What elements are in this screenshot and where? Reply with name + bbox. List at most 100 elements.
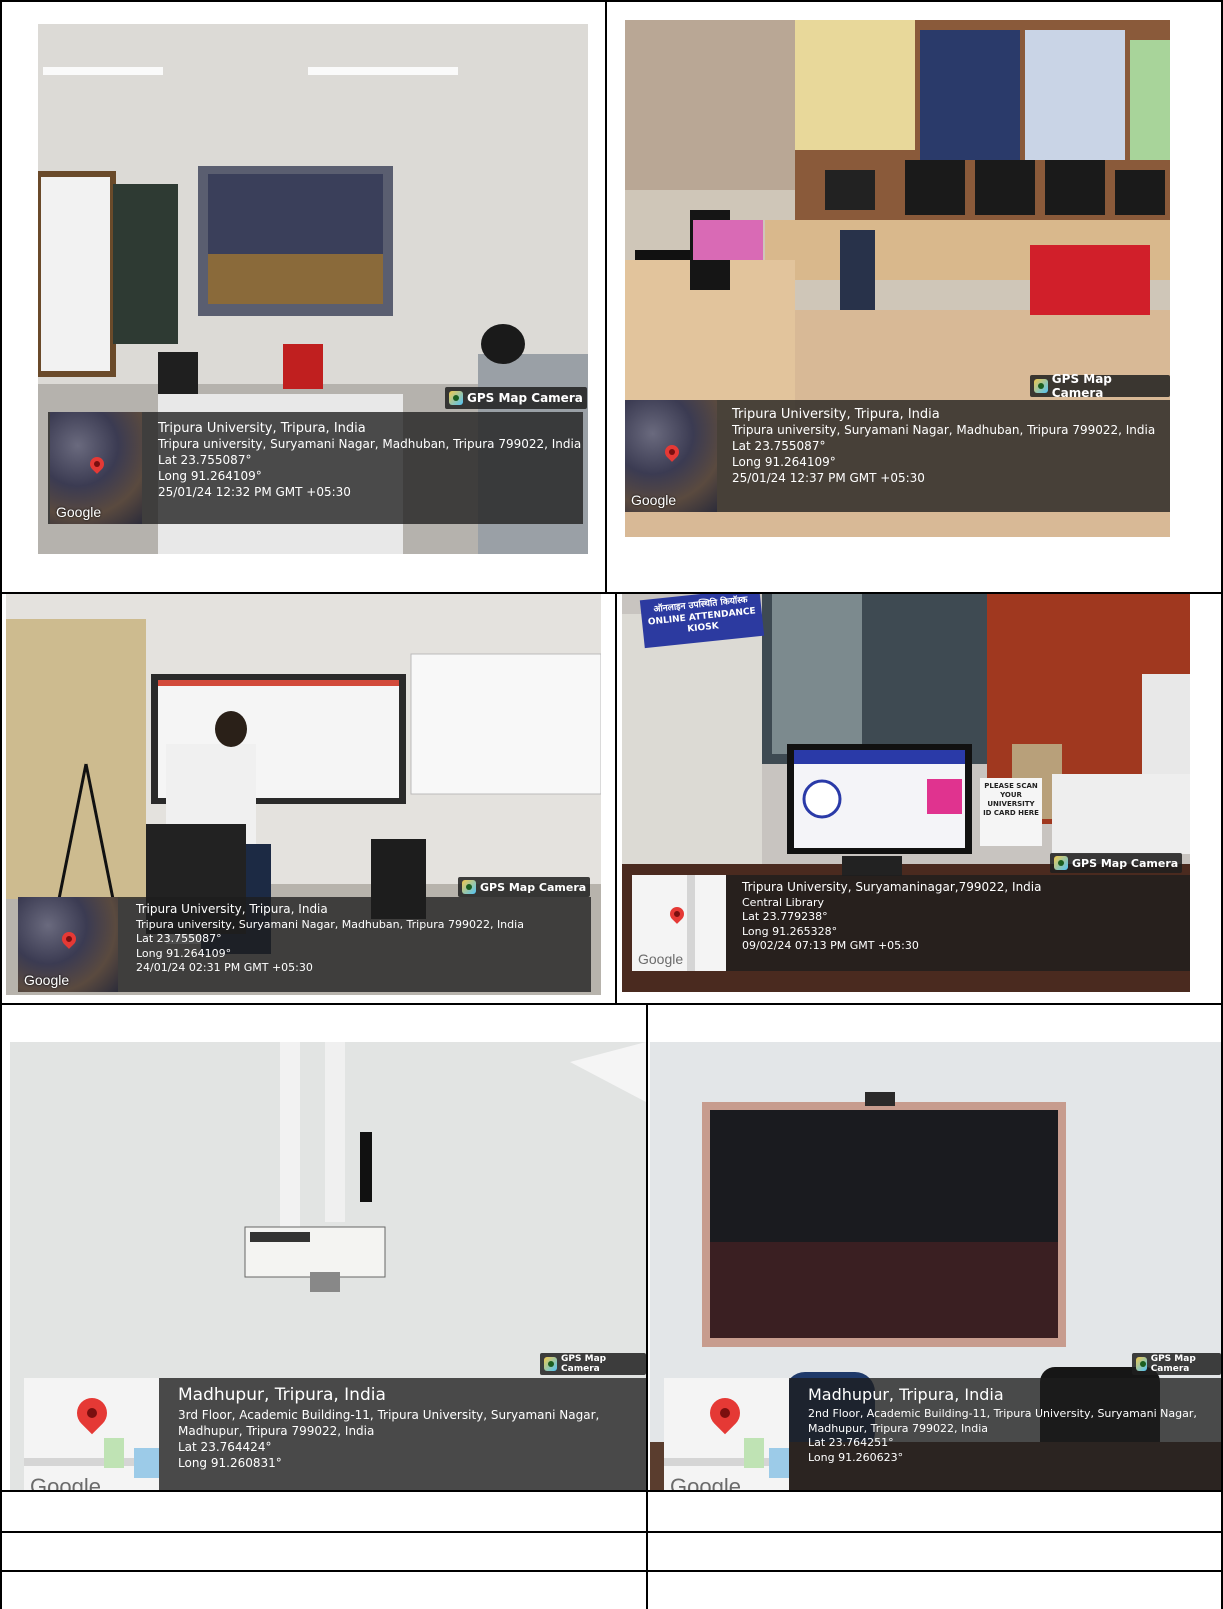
gps-badge-label: GPS Map Camera bbox=[1072, 856, 1179, 870]
longitude: Long 91.264109° bbox=[136, 946, 232, 960]
geo-info: Madhupur, Tripura, India 2nd Floor, Acad… bbox=[808, 1384, 1197, 1465]
map-pin-icon bbox=[667, 904, 687, 924]
latitude: Lat 23.779238° bbox=[742, 910, 828, 924]
timestamp: 25/01/24 12:32 PM GMT +05:30 bbox=[158, 484, 351, 499]
col-divider-row2 bbox=[615, 594, 617, 1004]
map-pin-icon bbox=[59, 929, 79, 949]
geo-stamp: Google Tripura University, Tripura, Indi… bbox=[625, 400, 1170, 512]
scan-notice-text: PLEASE SCAN YOUR UNIVERSITY ID CARD HERE bbox=[983, 782, 1039, 818]
gps-badge-label: GPS Map Camera bbox=[1051, 372, 1112, 400]
longitude: Long 91.260831° bbox=[178, 1455, 282, 1470]
photo-computer-lab: GPS Map Camera Google Tripura University… bbox=[625, 20, 1170, 537]
location-address-line1: 3rd Floor, Academic Building-11, Tripura… bbox=[178, 1408, 600, 1423]
location-address-line2: Madhupur, Tripura 799022, India bbox=[808, 1421, 989, 1435]
gps-camera-icon bbox=[544, 1357, 558, 1371]
geo-info: Tripura University, Suryamaninagar,79902… bbox=[742, 880, 1041, 954]
geo-info: Tripura University, Tripura, India Tripu… bbox=[732, 406, 1155, 486]
longitude: Long 91.260623° bbox=[808, 1450, 904, 1464]
gps-badge: GPS Map Camera bbox=[445, 387, 587, 409]
map-road bbox=[687, 875, 695, 971]
map-green-area bbox=[104, 1438, 124, 1468]
map-green-area bbox=[744, 1438, 764, 1468]
location-title: Tripura University, Suryamaninagar,79902… bbox=[742, 880, 1042, 894]
table-border-top bbox=[0, 0, 1223, 2]
latitude: Lat 23.755087° bbox=[136, 932, 222, 946]
empty-table-cell bbox=[2, 1533, 646, 1570]
gps-badge-label: GPS Map Camera bbox=[467, 391, 583, 405]
latitude: Lat 23.764251° bbox=[808, 1436, 894, 1450]
photo-smartboard-presentation: GPS Map Camera Google Tripura University… bbox=[6, 594, 601, 995]
gps-camera-icon bbox=[1034, 379, 1048, 393]
location-address-line1: 2nd Floor, Academic Building-11, Tripura… bbox=[808, 1407, 1197, 1421]
longitude: Long 91.265328° bbox=[742, 924, 838, 938]
timestamp: 09/02/24 07:13 PM GMT +05:30 bbox=[742, 939, 919, 953]
gps-camera-icon bbox=[449, 391, 463, 405]
row-divider-2 bbox=[0, 1003, 1223, 1005]
gps-badge: GPS Map Camera bbox=[1050, 853, 1183, 873]
satellite-map-thumbnail: Google bbox=[625, 400, 717, 512]
gps-badge: GPS Map Camera bbox=[458, 877, 591, 897]
geo-stamp: Google Tripura University, Tripura, Indi… bbox=[48, 412, 583, 524]
gps-badge-label: GPS Map Camera bbox=[1150, 1354, 1196, 1374]
map-blue-area bbox=[769, 1448, 789, 1478]
gps-badge-label: GPS Map Camera bbox=[480, 880, 587, 894]
latitude: Lat 23.764424° bbox=[178, 1440, 272, 1455]
gps-badge: GPS Map Camera bbox=[540, 1353, 646, 1375]
location-address-line2: Madhupur, Tripura 799022, India bbox=[178, 1424, 375, 1439]
google-logo: Google bbox=[56, 504, 102, 520]
longitude: Long 91.264109° bbox=[732, 454, 836, 469]
road-map-thumbnail: Google bbox=[24, 1378, 159, 1490]
satellite-map-thumbnail: Google bbox=[50, 412, 142, 524]
google-logo: Google bbox=[638, 951, 684, 967]
location-title: Madhupur, Tripura, India bbox=[808, 1385, 1004, 1404]
location-title: Tripura University, Tripura, India bbox=[158, 421, 366, 436]
map-blue-area bbox=[134, 1448, 159, 1478]
geo-info: Tripura University, Tripura, India Tripu… bbox=[158, 420, 581, 500]
photo-ceiling-projector: GPS Map Camera Google Madhupur, Tripura,… bbox=[10, 1042, 646, 1490]
scan-notice-sign: PLEASE SCAN YOUR UNIVERSITY ID CARD HERE bbox=[980, 778, 1042, 846]
location-address: Tripura university, Suryamani Nagar, Mad… bbox=[158, 437, 582, 452]
map-pin-icon bbox=[662, 442, 682, 462]
row-divider-5 bbox=[0, 1570, 1223, 1572]
geo-stamp: Google Tripura University, Tripura, Indi… bbox=[18, 897, 591, 992]
satellite-map-thumbnail: Google bbox=[18, 897, 118, 992]
location-title: Madhupur, Tripura, India bbox=[178, 1385, 386, 1405]
empty-table-cell bbox=[648, 1533, 1221, 1570]
geo-stamp: Google Tripura University, Suryamaninaga… bbox=[632, 875, 1190, 971]
geo-info: Madhupur, Tripura, India 3rd Floor, Acad… bbox=[178, 1384, 599, 1472]
location-address: Central Library bbox=[742, 895, 825, 909]
photo-attendance-kiosk: ऑनलाइन उपस्थिति कियॉस्क ONLINE ATTENDANC… bbox=[622, 594, 1190, 992]
map-pin-icon bbox=[87, 454, 107, 474]
google-logo: Google bbox=[670, 1474, 741, 1490]
gps-camera-icon bbox=[462, 880, 476, 894]
road-map-thumbnail: Google bbox=[632, 875, 726, 971]
photo-wall-display: GPS Map Camera Google Madhupur, Tripura,… bbox=[650, 1042, 1221, 1490]
gps-camera-icon bbox=[1054, 856, 1068, 870]
google-logo: Google bbox=[30, 1474, 101, 1490]
gps-camera-icon bbox=[1136, 1357, 1147, 1371]
gps-badge-label: GPS Map Camera bbox=[561, 1354, 607, 1374]
geo-stamp: Google Madhupur, Tripura, India 3rd Floo… bbox=[24, 1378, 646, 1490]
gps-badge: GPS Map Camera bbox=[1030, 372, 1170, 400]
location-address: Tripura university, Suryamani Nagar, Mad… bbox=[136, 917, 524, 931]
table-border-left bbox=[0, 0, 2, 1609]
geo-info: Tripura University, Tripura, India Tripu… bbox=[136, 902, 524, 976]
longitude: Long 91.264109° bbox=[158, 468, 262, 483]
photo-smartboard-room: GPS Map Camera Google Tripura University… bbox=[38, 24, 588, 554]
road-map-thumbnail: Google bbox=[664, 1378, 789, 1490]
timestamp: 25/01/24 12:37 PM GMT +05:30 bbox=[732, 470, 925, 485]
google-logo: Google bbox=[24, 972, 70, 988]
geo-stamp: Google Madhupur, Tripura, India 2nd Floo… bbox=[664, 1378, 1221, 1490]
location-title: Tripura University, Tripura, India bbox=[732, 407, 940, 422]
google-logo: Google bbox=[631, 492, 677, 508]
empty-table-cell bbox=[2, 1492, 646, 1531]
col-divider-row1 bbox=[605, 0, 607, 594]
latitude: Lat 23.755087° bbox=[732, 438, 826, 453]
gps-badge: GPS Map Camera bbox=[1132, 1353, 1221, 1375]
location-title: Tripura University, Tripura, India bbox=[136, 902, 328, 916]
latitude: Lat 23.755087° bbox=[158, 452, 252, 467]
map-pin-icon bbox=[703, 1391, 747, 1435]
empty-table-cell bbox=[648, 1492, 1221, 1531]
map-pin-icon bbox=[70, 1391, 114, 1435]
location-address: Tripura university, Suryamani Nagar, Mad… bbox=[732, 423, 1156, 438]
